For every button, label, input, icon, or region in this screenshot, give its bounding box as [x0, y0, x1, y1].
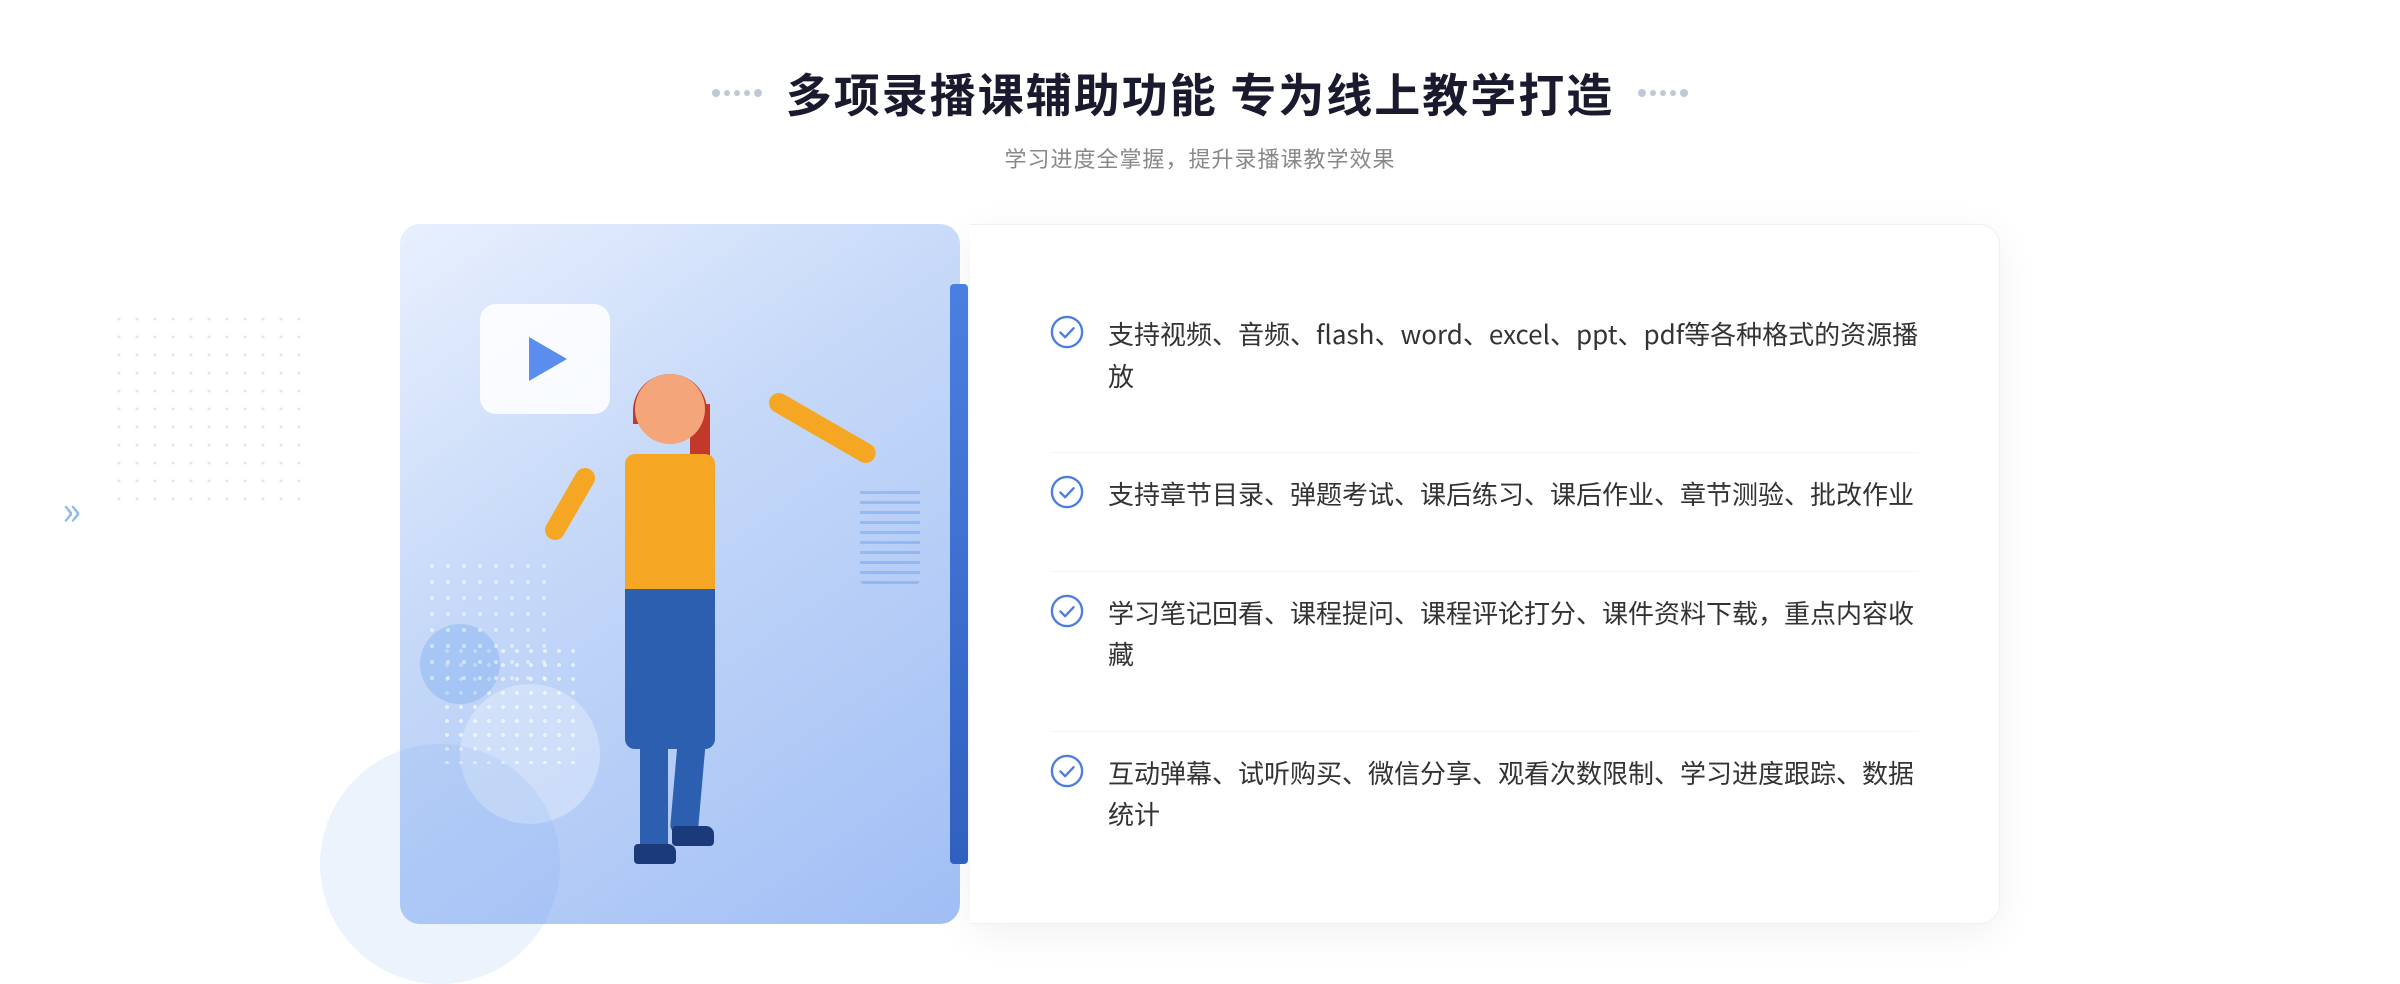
- person-arm-right: [765, 389, 879, 466]
- page-wrapper: » 多项录播课辅助功能 专为线上教学打造 学习进度全掌握，提升录播课教学效果: [0, 0, 2400, 974]
- feature-text-3: 学习笔记回看、课程提问、课程评论打分、课件资料下载，重点内容收藏: [1108, 592, 1919, 675]
- feature-item-4: 互动弹幕、试听购买、微信分享、观看次数限制、学习进度跟踪、数据统计: [1050, 731, 1919, 855]
- deco-stripes: [860, 484, 920, 584]
- person-torso: [625, 454, 715, 594]
- person-body-group: [530, 374, 810, 924]
- person-shoe-left: [634, 844, 676, 864]
- feature-item-3: 学习笔记回看、课程提问、课程评论打分、课件资料下载，重点内容收藏: [1050, 571, 1919, 695]
- person-leg-left: [640, 734, 668, 854]
- feature-item-2: 支持章节目录、弹题考试、课后练习、课后作业、章节测验、批改作业: [1050, 452, 1919, 535]
- illustration-panel: [400, 224, 960, 924]
- check-icon-4: [1050, 754, 1084, 788]
- feature-text-4: 互动弹幕、试听购买、微信分享、观看次数限制、学习进度跟踪、数据统计: [1108, 752, 1919, 835]
- content-area: 支持视频、音频、flash、word、excel、ppt、pdf等各种格式的资源…: [400, 204, 2000, 924]
- check-icon-1: [1050, 315, 1084, 349]
- deco-circle-bg: [320, 744, 560, 984]
- title-dots-right: [1638, 89, 1688, 97]
- check-icon-2: [1050, 475, 1084, 509]
- blue-bar-decoration: [950, 284, 968, 864]
- page-title: 多项录播课辅助功能 专为线上教学打造: [786, 60, 1614, 126]
- features-panel: 支持视频、音频、flash、word、excel、ppt、pdf等各种格式的资源…: [970, 224, 2000, 924]
- decorative-arrows-left: »: [62, 488, 81, 528]
- title-dots-left: [712, 89, 762, 97]
- person-shoe-right: [672, 826, 714, 846]
- bg-dots-left: [110, 310, 310, 510]
- person-pants: [625, 589, 715, 749]
- feature-item-1: 支持视频、音频、flash、word、excel、ppt、pdf等各种格式的资源…: [1050, 293, 1919, 416]
- title-row: 多项录播课辅助功能 专为线上教学打造: [0, 60, 2400, 126]
- header-section: 多项录播课辅助功能 专为线上教学打造 学习进度全掌握，提升录播课教学效果: [0, 0, 2400, 204]
- page-subtitle: 学习进度全掌握，提升录播课教学效果: [0, 142, 2400, 174]
- person-head: [635, 374, 705, 444]
- check-icon-3: [1050, 594, 1084, 628]
- person-arm-left: [541, 464, 598, 543]
- feature-text-2: 支持章节目录、弹题考试、课后练习、课后作业、章节测验、批改作业: [1108, 473, 1914, 515]
- feature-text-1: 支持视频、音频、flash、word、excel、ppt、pdf等各种格式的资源…: [1108, 313, 1919, 396]
